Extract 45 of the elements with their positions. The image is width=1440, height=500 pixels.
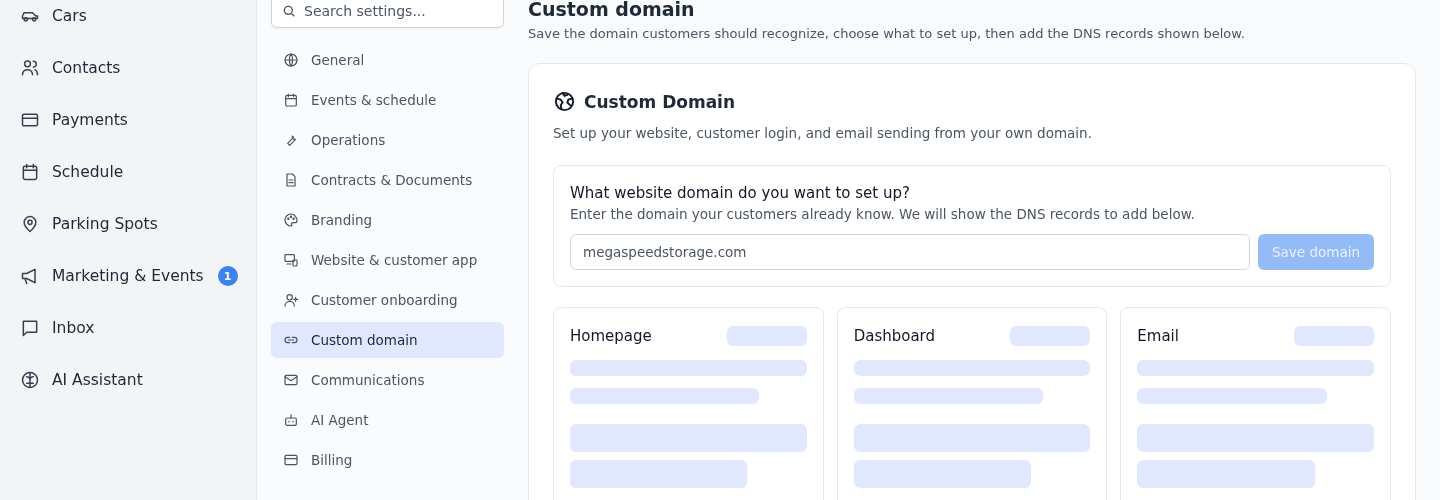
- section-title: Homepage: [570, 327, 652, 345]
- devices-icon: [283, 252, 299, 268]
- settings-menu-item[interactable]: Branding: [271, 202, 504, 238]
- search-field[interactable]: Search settings...: [271, 0, 504, 28]
- settings-menu-item[interactable]: Billing: [271, 442, 504, 478]
- settings-menu-item[interactable]: Events & schedule: [271, 82, 504, 118]
- sidebar-item[interactable]: Payments: [20, 94, 256, 146]
- settings-menu-item[interactable]: Operations: [271, 122, 504, 158]
- doc-icon: [283, 172, 299, 188]
- people-icon: [20, 58, 40, 78]
- sidebar-item[interactable]: Contacts: [20, 42, 256, 94]
- domain-input-field[interactable]: megaspeedstorage.com: [570, 234, 1250, 270]
- settings-menu-item[interactable]: General: [271, 42, 504, 78]
- calendar-icon: [283, 92, 299, 108]
- settings-menu-item[interactable]: Contracts & Documents: [271, 162, 504, 198]
- notification-badge: 1: [217, 266, 238, 286]
- chat-icon: [20, 318, 40, 338]
- sidebar-item[interactable]: Parking Spots: [20, 198, 256, 250]
- search-icon: [281, 3, 297, 19]
- sidebar-item[interactable]: Cars: [20, 0, 256, 42]
- settings-menu-item[interactable]: Custom domain: [271, 322, 504, 358]
- section-title: Email: [1137, 327, 1179, 345]
- card-icon: [283, 452, 299, 468]
- settings-menu-item[interactable]: Website & customer app: [271, 242, 504, 278]
- card-description: Set up your website, customer login, and email sending from your own domain.: [553, 125, 1093, 141]
- section-title: Dashboard: [853, 327, 936, 345]
- card-icon: [20, 110, 40, 130]
- card-title: Custom Domain: [584, 91, 736, 112]
- page-subtitle: Save the domain customers should recognize, choose what to set up, then add the DNS records shown below.: [528, 26, 1246, 41]
- useradd-icon: [283, 292, 299, 308]
- sidebar-item[interactable]: Inbox: [20, 302, 256, 354]
- calendar-icon: [20, 162, 40, 182]
- sidebar-item[interactable]: Schedule: [20, 146, 256, 198]
- palette-icon: [283, 212, 299, 228]
- settings-menu-item[interactable]: Customer onboarding: [271, 282, 504, 318]
- form-question: What website domain do you want to set up?: [570, 184, 911, 202]
- form-hint: Enter the domain your customers already know. We will show the DNS records to add below.: [570, 206, 1196, 222]
- page-title: Custom domain: [528, 0, 696, 20]
- mail-icon: [283, 372, 299, 388]
- settings-menu-item[interactable]: AI Agent: [271, 402, 504, 438]
- settings-menu-item[interactable]: Communications: [271, 362, 504, 398]
- bot-icon: [283, 412, 299, 428]
- pin-icon: [20, 214, 40, 234]
- sidebar-item[interactable]: AI Assistant: [20, 354, 256, 406]
- sidebar-item[interactable]: Marketing & Events 1: [20, 250, 256, 302]
